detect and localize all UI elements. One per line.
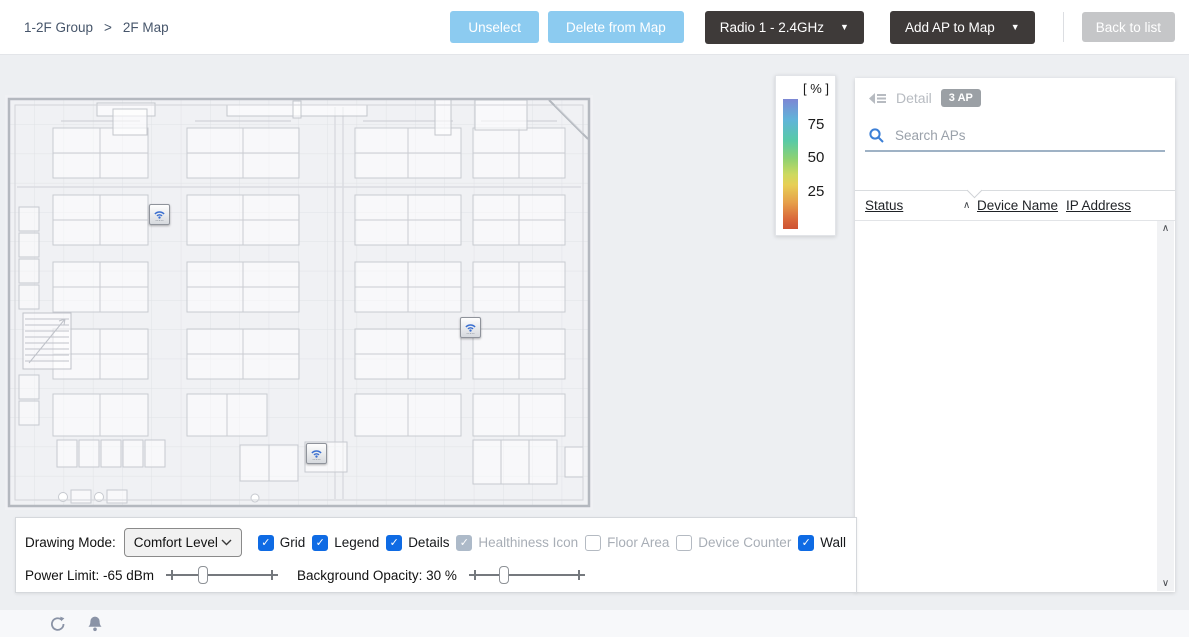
checkbox-label: Device Counter — [698, 535, 791, 550]
toolbar-divider — [1063, 12, 1064, 42]
checkbox-label: Wall — [820, 535, 846, 550]
checkbox-device-counter: Device Counter — [676, 535, 791, 551]
checkbox-unchecked-icon — [585, 535, 601, 551]
top-toolbar: 1-2F Group > 2F Map Unselect Delete from… — [0, 0, 1189, 55]
breadcrumb-group[interactable]: 1-2F Group — [24, 20, 93, 35]
caret-down-icon: ▼ — [840, 22, 849, 32]
scroll-down-icon[interactable]: ∨ — [1162, 578, 1169, 589]
column-header-device-name[interactable]: Device Name — [977, 198, 1058, 213]
drawing-mode-select[interactable]: Comfort Level — [124, 528, 242, 557]
unselect-button[interactable]: Unselect — [450, 11, 539, 43]
search-input[interactable] — [895, 128, 1162, 143]
legend-tick: 50 — [802, 149, 830, 166]
breadcrumb-separator: > — [104, 20, 112, 35]
ap-list-body: ∧ ∨ — [855, 221, 1175, 592]
vertical-scrollbar[interactable]: ∧ ∨ — [1157, 221, 1174, 591]
drawing-mode-label: Drawing Mode: — [25, 535, 116, 550]
checkbox-label: Details — [408, 535, 449, 550]
heatmap-legend: [ % ] 75 50 25 — [775, 75, 836, 236]
checkbox-checked-icon[interactable]: ✓ — [798, 535, 814, 551]
radio-dropdown-label: Radio 1 - 2.4GHz — [720, 20, 824, 35]
checkbox-grid[interactable]: ✓ Grid — [258, 535, 306, 551]
back-to-list-button[interactable]: Back to list — [1082, 12, 1175, 42]
background-opacity-slider-thumb[interactable] — [499, 566, 509, 584]
legend-tick: 25 — [802, 183, 830, 200]
collapse-panel-icon[interactable] — [868, 91, 887, 106]
scroll-up-icon[interactable]: ∧ — [1162, 223, 1169, 234]
footer-bar — [0, 610, 1189, 637]
add-ap-dropdown-label: Add AP to Map — [905, 20, 995, 35]
legend-tick: 75 — [802, 116, 830, 133]
checkbox-label: Floor Area — [607, 535, 669, 550]
ap-count-badge: 3 AP — [941, 89, 981, 107]
drawing-mode-value: Comfort Level — [134, 535, 218, 550]
app-window: 1-2F Group > 2F Map Unselect Delete from… — [0, 0, 1189, 637]
checkbox-label: Grid — [280, 535, 306, 550]
toolbar-checkboxes: ✓ Grid ✓ Legend ✓ Details ✓ Healthiness Icon Flo… — [258, 535, 846, 551]
column-header-status[interactable]: Status — [865, 198, 903, 213]
checkbox-wall[interactable]: ✓ Wall — [798, 535, 846, 551]
checkbox-label: Healthiness Icon — [478, 535, 578, 550]
background-opacity-slider[interactable] — [469, 566, 585, 584]
ap-marker-3[interactable] — [306, 443, 327, 464]
delete-from-map-button[interactable]: Delete from Map — [548, 11, 684, 43]
legend-gradient-bar — [783, 99, 798, 229]
panel-title: Detail — [896, 90, 932, 106]
power-limit-slider-thumb[interactable] — [198, 566, 208, 584]
power-limit-label: Power Limit: -65 dBm — [25, 568, 154, 583]
checkbox-healthiness-icon: ✓ Healthiness Icon — [456, 535, 578, 551]
search-icon — [868, 127, 885, 144]
floor-map-canvas[interactable] — [5, 95, 593, 515]
notification-bell-icon[interactable] — [87, 615, 103, 633]
background-opacity-label: Background Opacity: 30 % — [297, 568, 457, 583]
caret-down-icon: ▼ — [1011, 22, 1020, 32]
breadcrumb: 1-2F Group > 2F Map — [24, 20, 169, 35]
checkbox-unchecked-icon — [676, 535, 692, 551]
checkbox-checked-icon: ✓ — [456, 535, 472, 551]
breadcrumb-page[interactable]: 2F Map — [123, 20, 169, 35]
radio-dropdown[interactable]: Radio 1 - 2.4GHz ▼ — [705, 11, 864, 44]
checkbox-legend[interactable]: ✓ Legend — [312, 535, 379, 551]
checkbox-checked-icon[interactable]: ✓ — [258, 535, 274, 551]
search-bar — [865, 120, 1165, 152]
add-ap-dropdown[interactable]: Add AP to Map ▼ — [890, 11, 1035, 44]
refresh-icon[interactable] — [49, 615, 67, 633]
checkbox-label: Legend — [334, 535, 379, 550]
column-header-ip-address[interactable]: IP Address — [1066, 198, 1131, 213]
legend-unit-label: [ % ] — [803, 81, 829, 96]
checkbox-details[interactable]: ✓ Details — [386, 535, 449, 551]
select-chevron-icon — [221, 539, 232, 546]
checkbox-floor-area: Floor Area — [585, 535, 669, 551]
ap-marker-2[interactable] — [460, 317, 481, 338]
detail-panel: Detail 3 AP Status ∧ Device Name IP Addr… — [855, 78, 1175, 592]
checkbox-checked-icon[interactable]: ✓ — [386, 535, 402, 551]
table-header-row: Status ∧ Device Name IP Address — [855, 190, 1175, 221]
checkbox-checked-icon[interactable]: ✓ — [312, 535, 328, 551]
ap-marker-1[interactable] — [149, 204, 170, 225]
sort-ascending-icon: ∧ — [963, 200, 970, 211]
map-options-toolbar: Drawing Mode: Comfort Level ✓ Grid ✓ Legend… — [15, 517, 857, 593]
power-limit-slider[interactable] — [166, 566, 278, 584]
